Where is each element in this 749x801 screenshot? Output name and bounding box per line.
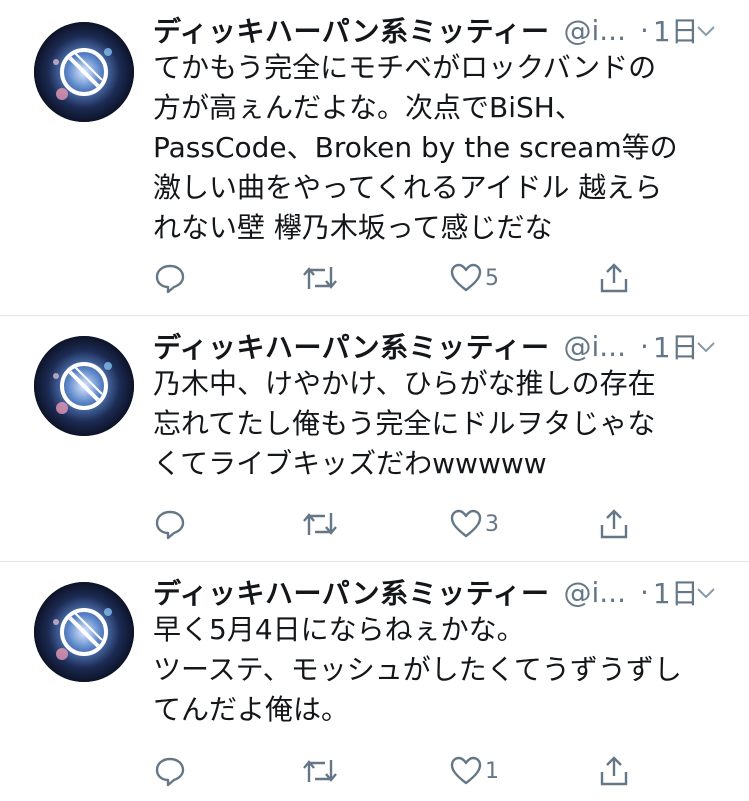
tweet[interactable]: ディッキハーパン系ミッティー @i... · 1日 てかもう完全にモチベがロック… [0, 0, 749, 316]
tweet-header: ディッキハーパン系ミッティー @i... · 1日 [153, 572, 729, 612]
handle[interactable]: @i... [563, 14, 625, 47]
like-button[interactable]: 1 [449, 751, 499, 791]
tweet-text: てかもう完全にモチベがロックバンドの 方が高ぇんだよな。次点でBiSH、 Pas… [153, 51, 678, 244]
heart-icon [450, 509, 482, 538]
avatar-artwork [34, 582, 134, 682]
avatar[interactable] [34, 22, 134, 122]
tweet-header: ディッキハーパン系ミッティー @i... · 1日 [153, 10, 729, 50]
like-button[interactable]: 3 [449, 504, 499, 544]
like-count: 3 [485, 511, 499, 537]
share-button[interactable] [597, 258, 631, 298]
like-count: 1 [485, 758, 499, 784]
reply-button[interactable] [153, 751, 187, 791]
timestamp[interactable]: 1日 [653, 572, 699, 612]
tweet-actions: 3 [153, 504, 749, 544]
reply-icon [155, 510, 185, 540]
share-button[interactable] [597, 504, 631, 544]
share-icon [600, 509, 628, 539]
tweet-actions: 1 [153, 751, 749, 791]
handle[interactable]: @i... [563, 576, 625, 609]
avatar-artwork [34, 22, 134, 122]
retweet-button[interactable] [301, 258, 339, 298]
reply-button[interactable] [153, 258, 187, 298]
avatar[interactable] [34, 336, 134, 436]
reply-button[interactable] [153, 504, 187, 544]
tweet-actions: 5 [153, 258, 749, 298]
like-count: 5 [485, 265, 499, 291]
display-name[interactable]: ディッキハーパン系ミッティー [153, 10, 549, 50]
heart-icon [450, 756, 482, 785]
separator-dot: · [639, 575, 649, 609]
timestamp[interactable]: 1日 [653, 10, 699, 50]
handle[interactable]: @i... [563, 330, 625, 363]
like-button[interactable]: 5 [449, 258, 499, 298]
retweet-button[interactable] [301, 751, 339, 791]
tweet-header: ディッキハーパン系ミッティー @i... · 1日 [153, 326, 729, 366]
avatar[interactable] [34, 582, 134, 682]
heart-icon [450, 263, 482, 292]
reply-icon [155, 264, 185, 294]
chevron-down-icon[interactable] [695, 336, 717, 358]
retweet-button[interactable] [301, 504, 339, 544]
tweet[interactable]: ディッキハーパン系ミッティー @i... · 1日 乃木中、けやかけ、ひらがな推… [0, 316, 749, 562]
tweet[interactable]: ディッキハーパン系ミッティー @i... · 1日 早く5月4日にならねぇかな。… [0, 562, 749, 801]
retweet-icon [303, 267, 337, 289]
avatar-artwork [34, 336, 134, 436]
reply-icon [155, 757, 185, 787]
share-button[interactable] [597, 751, 631, 791]
share-icon [600, 756, 628, 786]
chevron-down-icon[interactable] [695, 582, 717, 604]
separator-dot: · [639, 13, 649, 47]
display-name[interactable]: ディッキハーパン系ミッティー [153, 326, 549, 366]
tweet-text: 早く5月4日にならねぇかな。 ツーステ、モッシュがしたくてうずうずし てんだよ俺… [153, 613, 682, 726]
display-name[interactable]: ディッキハーパン系ミッティー [153, 572, 549, 612]
retweet-icon [303, 513, 337, 535]
retweet-icon [303, 760, 337, 782]
chevron-down-icon[interactable] [695, 20, 717, 42]
timestamp[interactable]: 1日 [653, 326, 699, 366]
tweet-text: 乃木中、けやかけ、ひらがな推しの存在 忘れてたし俺もう完全にドルヲタじゃな くて… [153, 367, 656, 480]
share-icon [600, 263, 628, 293]
separator-dot: · [639, 329, 649, 363]
